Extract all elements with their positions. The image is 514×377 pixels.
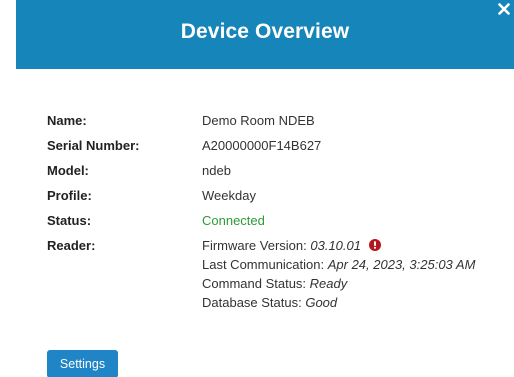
serial-number-label: Serial Number:	[47, 138, 140, 153]
profile-label: Profile:	[47, 188, 92, 203]
status-label: Status:	[47, 213, 92, 228]
model-label: Model:	[47, 163, 89, 178]
last-communication-label: Last Communication:	[202, 257, 328, 272]
firmware-value: 03.10.01	[310, 238, 361, 253]
last-communication-line: Last Communication: Apr 24, 2023, 3:25:0…	[202, 255, 487, 274]
profile-row: Profile: Weekday	[47, 186, 487, 205]
name-row: Name: Demo Room NDEB	[47, 111, 487, 130]
firmware-line: Firmware Version: 03.10.01	[202, 236, 487, 255]
command-status-label: Command Status:	[202, 276, 310, 291]
dialog-header: Device Overview	[16, 0, 514, 69]
device-overview-dialog: Device Overview Name: Demo Room NDEB Ser…	[0, 0, 514, 377]
command-status-value: Ready	[309, 276, 348, 291]
firmware-label: Firmware Version:	[202, 238, 311, 253]
model-row: Model: ndeb	[47, 161, 487, 180]
status-value: Connected	[202, 213, 265, 228]
serial-number-value: A20000000F14B627	[202, 138, 322, 153]
exclamation-circle-icon[interactable]	[368, 237, 381, 251]
device-details: Name: Demo Room NDEB Serial Number: A200…	[47, 111, 487, 318]
reader-label: Reader:	[47, 238, 96, 253]
close-icon[interactable]	[497, 2, 511, 16]
database-status-value: Good	[305, 295, 338, 310]
reader-info: Firmware Version: 03.10.01 Last Communic…	[202, 236, 487, 312]
serial-number-row: Serial Number: A20000000F14B627	[47, 136, 487, 155]
command-status-line: Command Status: Ready	[202, 274, 487, 293]
settings-button[interactable]: Settings	[47, 350, 118, 377]
dialog-title: Device Overview	[180, 20, 350, 43]
name-label: Name:	[47, 113, 87, 128]
status-row: Status: Connected	[47, 211, 487, 230]
profile-value: Weekday	[202, 188, 256, 203]
name-value: Demo Room NDEB	[202, 113, 315, 128]
model-value: ndeb	[202, 163, 231, 178]
database-status-line: Database Status: Good	[202, 293, 487, 312]
database-status-label: Database Status:	[202, 295, 306, 310]
last-communication-value: Apr 24, 2023, 3:25:03 AM	[327, 257, 476, 272]
reader-row: Reader: Firmware Version: 03.10.01 Last …	[47, 236, 487, 312]
